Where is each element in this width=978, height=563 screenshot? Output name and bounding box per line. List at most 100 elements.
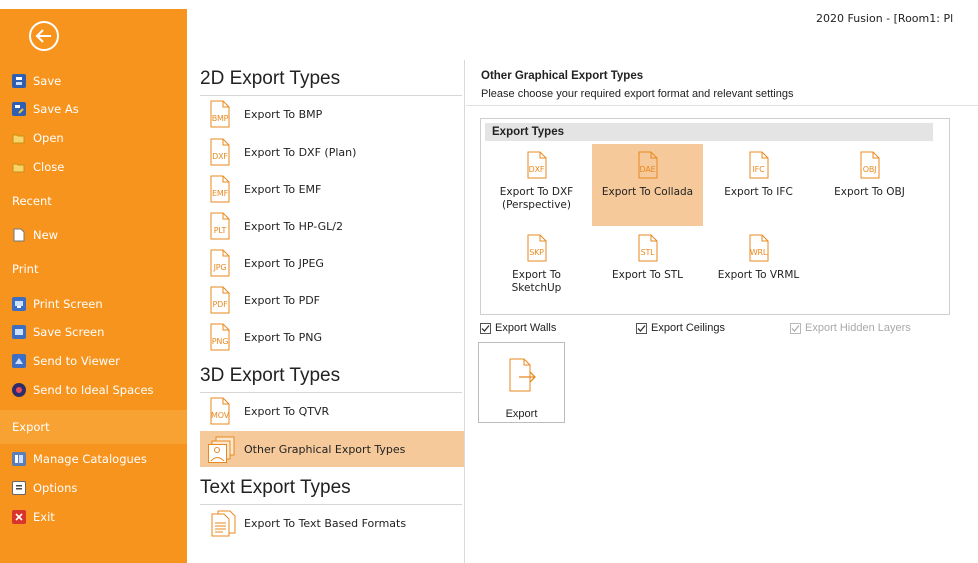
export-item-pdf[interactable]: PDF Export To PDF [200,282,464,318]
export-button[interactable]: Export [478,342,565,423]
export-item-label: Export To EMF [244,182,322,196]
open-folder-icon [12,131,26,145]
sidebar-section-export[interactable]: Export [0,410,187,444]
send-to-viewer-icon [12,354,26,368]
tile-export-ifc[interactable]: IFC Export To IFC [703,144,814,226]
tile-export-dxf-perspective[interactable]: DXF Export To DXF (Perspective) [481,144,592,226]
sidebar-item-manage-catalogues[interactable]: Manage Catalogues [0,445,187,473]
dae-file-icon: DAE [636,151,660,179]
tile-label: Export To VRML [717,269,800,281]
export-types-header: Export Types [485,123,933,141]
export-item-text-based[interactable]: Export To Text Based Formats [200,505,464,541]
checkbox-label: Export Hidden Layers [805,322,911,334]
tile-export-collada[interactable]: DAE Export To Collada [592,144,703,226]
backstage-sidebar: Save Save As Open Close Recent New Print… [0,9,187,563]
catalogues-icon [12,452,26,466]
sidebar-item-label: Send to Ideal Spaces [33,383,154,397]
tile-label: Export To OBJ [834,186,905,198]
plt-file-icon: PLT [208,212,232,240]
pdf-file-icon: PDF [208,286,232,314]
export-item-dxf-plan[interactable]: DXF Export To DXF (Plan) [200,134,464,170]
save-screen-icon [12,325,26,339]
sidebar-section-print[interactable]: Print [0,255,187,283]
save-as-icon [12,102,26,116]
emf-file-icon: EMF [208,175,232,203]
dxf-file-icon: DXF [525,151,549,179]
export-options: Export Walls Export Ceilings Export Hidd… [480,322,960,338]
export-item-qtvr[interactable]: MOV Export To QTVR [200,393,464,429]
sidebar-item-label: Send to Viewer [33,354,120,368]
sidebar-section-recent[interactable]: Recent [0,187,187,215]
back-arrow-icon[interactable] [29,21,59,51]
export-item-emf[interactable]: EMF Export To EMF [200,171,464,207]
sidebar-item-save[interactable]: Save [0,67,187,95]
tile-label: Export To IFC [724,186,793,198]
sidebar-item-label: Save Screen [33,325,105,339]
export-hidden-layers-checkbox[interactable]: Export Hidden Layers [790,322,911,334]
options-icon [12,481,26,495]
sidebar-item-close[interactable]: Close [0,153,187,181]
export-file-icon [507,358,537,397]
export-item-jpeg[interactable]: JPG Export To JPEG [200,245,464,281]
tile-export-stl[interactable]: STL Export To STL [592,227,703,309]
sidebar-item-save-screen[interactable]: Save Screen [0,318,187,346]
sidebar-item-new[interactable]: New [0,221,187,249]
group-title-text: Text Export Types [200,477,462,505]
sidebar-item-send-to-ideal-spaces[interactable]: Send to Ideal Spaces [0,376,187,404]
sidebar-item-print-screen[interactable]: Print Screen [0,290,187,318]
mov-file-icon: MOV [208,397,232,425]
group-title-2d: 2D Export Types [200,68,462,96]
skp-file-icon: SKP [525,234,549,262]
sidebar-item-open[interactable]: Open [0,124,187,152]
sidebar-item-options[interactable]: Options [0,474,187,502]
print-screen-icon [12,297,26,311]
export-item-label: Export To QTVR [244,404,330,418]
export-ceilings-checkbox[interactable]: Export Ceilings [636,322,725,334]
checkmark-icon [636,322,647,334]
bmp-file-icon: BMP [208,100,232,128]
tile-label: Export To Collada [601,186,694,198]
panel-separator [466,105,978,106]
export-item-other-graphical[interactable]: Other Graphical Export Types [200,431,464,467]
wrl-file-icon: WRL [747,234,771,262]
export-types-box: Export Types DXF Export To DXF (Perspect… [480,118,950,315]
jpg-file-icon: JPG [208,249,232,277]
window-title: 2020 Fusion - [Room1: Pl [816,12,954,25]
export-item-png[interactable]: PNG Export To PNG [200,319,464,355]
sidebar-item-exit[interactable]: Exit [0,503,187,531]
sidebar-item-label: Close [33,160,65,174]
sidebar-item-label: Save [33,74,62,88]
png-file-icon: PNG [208,323,232,351]
tile-export-obj[interactable]: OBJ Export To OBJ [814,144,925,226]
sidebar-item-label: Options [33,481,78,495]
new-document-icon [12,228,26,242]
sidebar-item-label: New [33,228,59,242]
ideal-spaces-icon [12,383,26,397]
obj-file-icon: OBJ [858,151,882,179]
sidebar-item-label: Recent [12,194,52,208]
tile-export-vrml[interactable]: WRL Export To VRML [703,227,814,309]
stl-file-icon: STL [636,234,660,262]
export-item-label: Export To JPEG [244,256,324,270]
close-folder-icon [12,160,26,174]
export-button-label: Export [505,408,538,420]
dxf-file-icon: DXF [208,138,232,166]
panel-divider [464,60,465,563]
checkbox-label: Export Ceilings [651,322,725,334]
checkbox-label: Export Walls [495,322,557,334]
sidebar-item-label: Exit [33,510,55,524]
export-item-hpgl2[interactable]: PLT Export To HP-GL/2 [200,208,464,244]
export-item-bmp[interactable]: BMP Export To BMP [200,96,464,132]
sidebar-item-label: Open [33,131,64,145]
sidebar-item-save-as[interactable]: Save As [0,95,187,123]
export-item-label: Export To PNG [244,330,322,344]
text-documents-icon [208,509,236,537]
sidebar-item-label: Export [12,420,50,434]
group-title-3d: 3D Export Types [200,365,462,393]
tile-export-sketchup[interactable]: SKP Export To SketchUp [481,227,592,309]
checkmark-icon [790,322,801,334]
export-item-label: Export To Text Based Formats [244,516,407,530]
export-walls-checkbox[interactable]: Export Walls [480,322,556,334]
tile-label: Export To DXF (Perspective) [499,186,574,211]
sidebar-item-send-to-viewer[interactable]: Send to Viewer [0,347,187,375]
